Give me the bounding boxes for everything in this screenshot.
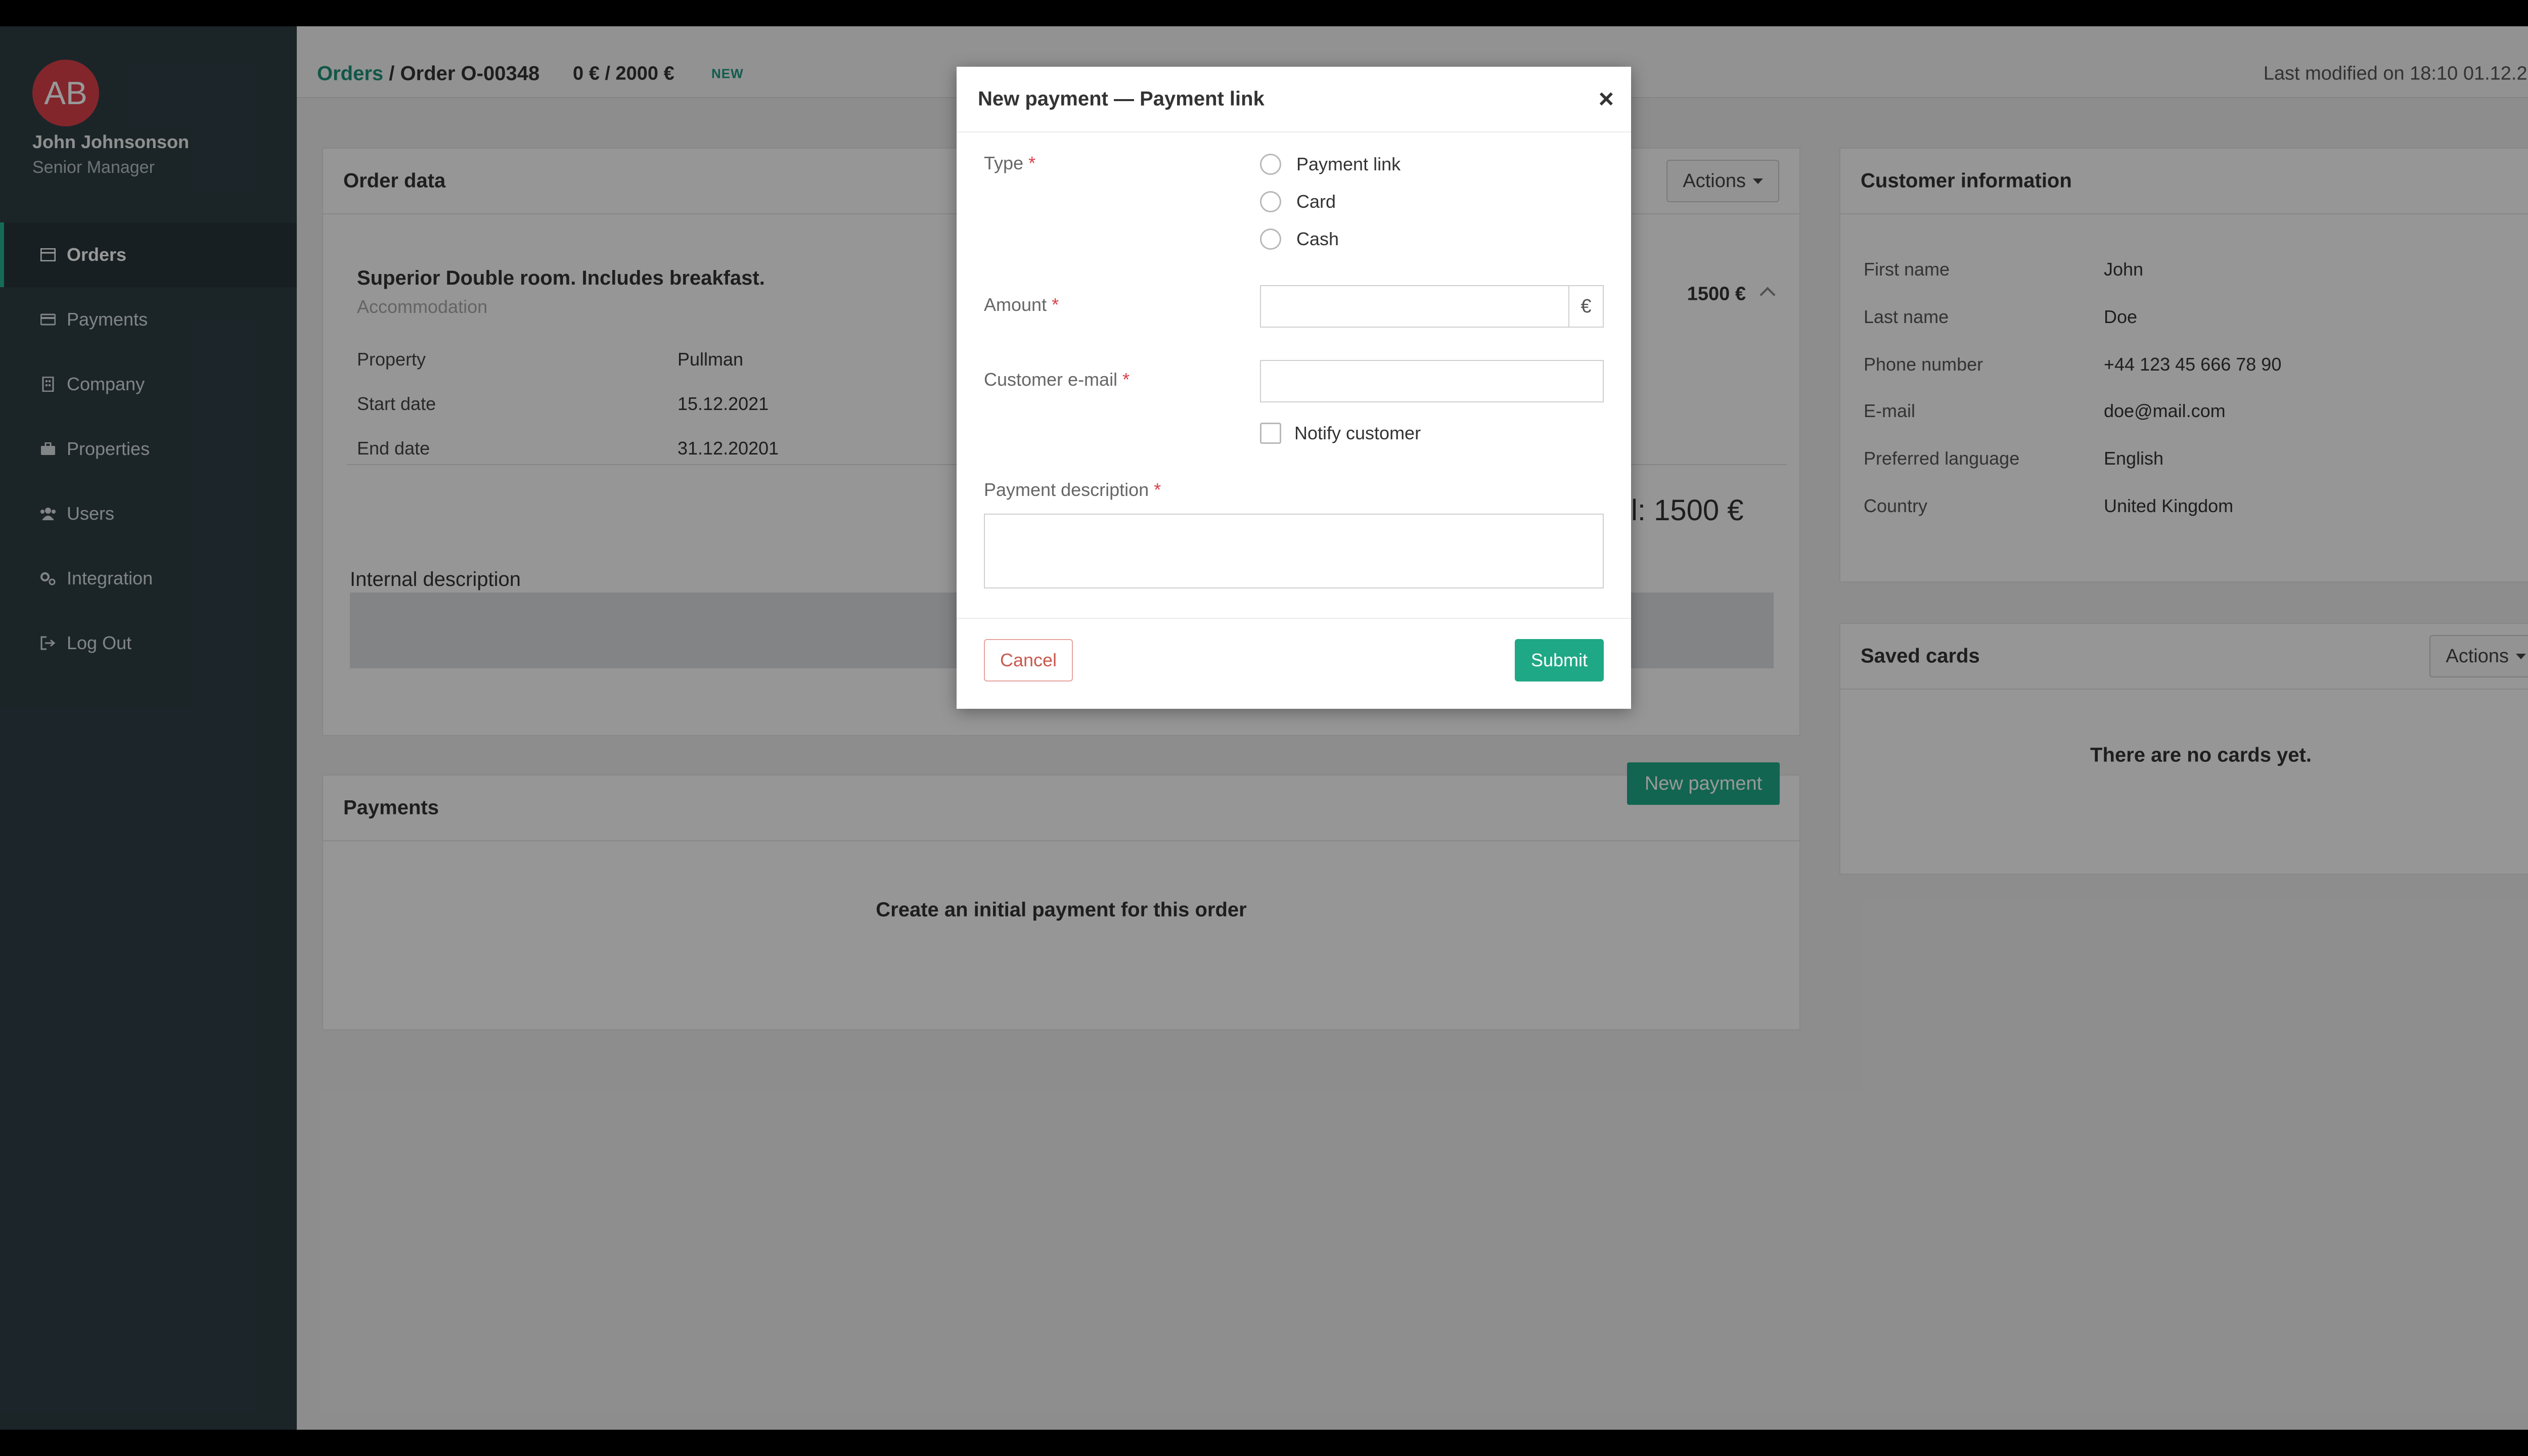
radio-button[interactable] [1260,191,1281,212]
notify-customer-checkbox[interactable] [1260,423,1281,444]
currency-addon: € [1568,286,1603,327]
notify-customer-option[interactable]: Notify customer [1260,423,1421,444]
customer-email-input[interactable] [1260,360,1604,402]
radio-button[interactable] [1260,154,1281,175]
type-option-label: Cash [1296,229,1339,249]
cancel-button[interactable]: Cancel [984,639,1073,681]
payment-description-label: Payment description * [984,479,1161,500]
new-payment-modal: New payment — Payment link × Type * Paym… [957,67,1631,709]
modal-header: New payment — Payment link × [957,67,1631,132]
modal-footer-divider [957,618,1631,619]
modal-title: New payment — Payment link [978,87,1265,110]
close-icon[interactable]: × [1599,86,1614,112]
type-option-card[interactable]: Card [1260,189,1336,214]
submit-button[interactable]: Submit [1515,639,1604,681]
type-option-label: Card [1296,191,1336,212]
type-option-payment-link[interactable]: Payment link [1260,152,1401,177]
type-option-label: Payment link [1296,154,1401,174]
amount-input[interactable]: € [1260,285,1604,328]
customer-email-label: Customer e-mail * [984,369,1130,390]
payment-description-textarea[interactable] [984,514,1604,588]
type-option-cash[interactable]: Cash [1260,226,1339,252]
radio-button[interactable] [1260,229,1281,250]
amount-label: Amount * [984,294,1059,315]
notify-customer-label: Notify customer [1294,423,1421,443]
app-frame: AB John Johnsonson Senior Manager Orders… [0,26,2528,1430]
type-label: Type * [984,153,1036,173]
